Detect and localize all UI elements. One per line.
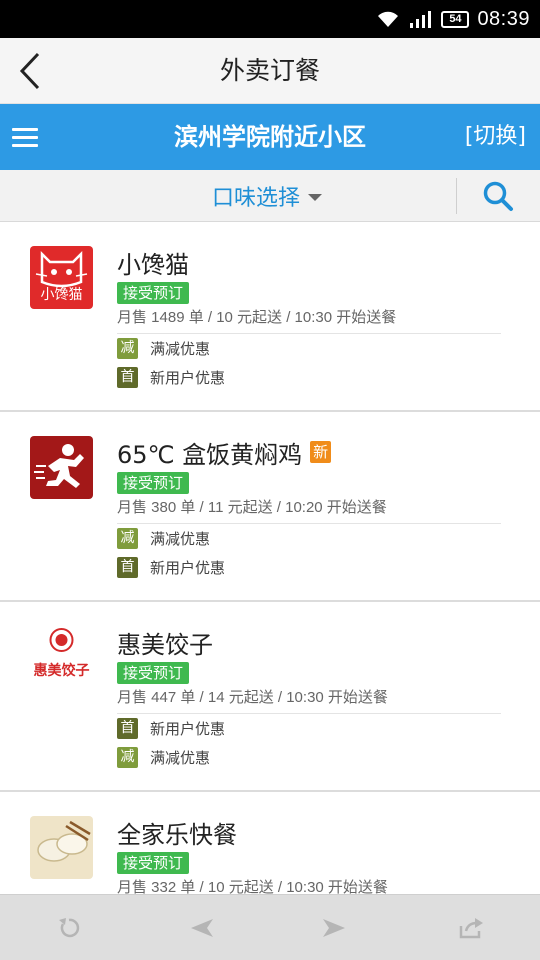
logo-text: 惠美饺子 [33,663,90,679]
food-photo-icon [37,820,91,862]
running-man-logo-icon [34,444,84,488]
hamburger-menu-icon [12,127,38,131]
promo-item: 首 新用户优惠 [117,363,501,392]
area-title: 滨州学院附近小区 [174,123,366,151]
battery-indicator: 54 [441,10,470,28]
promo-item: 减 满减优惠 [117,743,501,772]
restaurant-meta: 月售 447 单 / 14 元起送 / 10:30 开始送餐 [117,689,388,706]
back-nav-button[interactable] [182,908,222,948]
promo-item: 首 新用户优惠 [117,714,501,743]
restaurant-name: 全家乐快餐 [117,820,237,849]
share-icon [459,918,483,939]
promo-item: 减 满减优惠 [117,334,501,363]
arrow-left-icon [191,919,213,937]
promo-text: 新用户优惠 [150,720,226,738]
restaurant-meta: 月售 380 单 / 11 元起送 / 10:20 开始送餐 [117,499,387,516]
promo-text: 新用户优惠 [150,559,226,577]
taste-filter-dropdown[interactable]: 口味选择 [212,170,323,222]
promo-item: 减 满减优惠 [117,524,501,553]
accept-order-badge: 接受预订 [117,282,190,304]
restaurant-row[interactable]: 65℃ 盒饭黄焖鸡 新 接受预订 月售 380 单 / 11 元起送 / 10:… [0,412,540,602]
search-icon [483,181,513,211]
bottom-toolbar [0,894,540,960]
switch-area-button[interactable]: [切换] [465,104,526,170]
restaurant-row[interactable]: 小馋猫 小馋猫 接受预订 月售 1489 单 / 10 元起送 / 10:30 … [0,222,540,412]
restaurant-list: 小馋猫 小馋猫 接受预订 月售 1489 单 / 10 元起送 / 10:30 … [0,222,540,894]
accept-order-badge: 接受预订 [117,852,190,874]
arrow-right-icon [323,919,345,937]
share-button[interactable] [451,908,491,948]
restaurant-logo [30,816,93,879]
restaurant-name: 65℃ 盒饭黄焖鸡 [117,440,303,469]
accept-order-badge: 接受预订 [117,662,190,684]
restaurant-logo [30,436,93,499]
chevron-left-icon [19,52,40,90]
refresh-icon [59,918,80,938]
discount-icon: 减 [117,338,138,359]
restaurant-meta: 月售 332 单 / 10 元起送 / 10:30 开始送餐 [117,879,388,894]
accept-order-badge: 接受预订 [117,472,190,494]
wifi-icon [378,11,399,27]
chevron-down-icon [308,193,323,201]
promo-item: 首 新用户优惠 [117,553,501,582]
restaurant-logo: 惠美饺子 [30,626,93,689]
discount-icon: 减 [117,528,138,549]
refresh-button[interactable] [49,908,89,948]
forward-nav-button[interactable] [314,908,354,948]
page-title: 外卖订餐 [219,56,320,85]
first-order-icon: 首 [117,557,138,578]
restaurant-row[interactable]: 惠美饺子 惠美饺子 接受预订 月售 447 单 / 14 元起送 / 10:30… [0,602,540,792]
search-button[interactable] [478,176,518,216]
logo-text: 小馋猫 [40,287,83,303]
restaurant-meta: 月售 1489 单 / 10 元起送 / 10:30 开始送餐 [117,309,397,326]
first-order-icon: 首 [117,367,138,388]
promo-text: 满减优惠 [150,530,211,548]
menu-button[interactable] [12,122,38,152]
discount-icon: 减 [117,747,138,768]
clock: 08:39 [477,7,530,30]
back-button[interactable] [10,48,50,94]
promo-text: 新用户优惠 [150,369,226,387]
restaurant-name: 小馋猫 [117,250,189,279]
divider [456,178,457,214]
restaurant-name: 惠美饺子 [117,630,213,659]
new-badge: 新 [310,441,332,463]
location-bar: 滨州学院附近小区 [切换] [0,104,540,170]
first-order-icon: 首 [117,718,138,739]
filter-bar: 口味选择 [0,170,540,222]
title-bar: 外卖订餐 [0,38,540,104]
signal-icon [410,11,432,28]
promo-text: 满减优惠 [150,340,211,358]
restaurant-row[interactable]: 全家乐快餐 接受预订 月售 332 单 / 10 元起送 / 10:30 开始送… [0,792,540,894]
promo-text: 满减优惠 [150,749,211,767]
taste-filter-label: 口味选择 [212,186,301,211]
restaurant-logo: 小馋猫 [30,246,93,309]
status-bar: 54 08:39 [0,0,540,38]
